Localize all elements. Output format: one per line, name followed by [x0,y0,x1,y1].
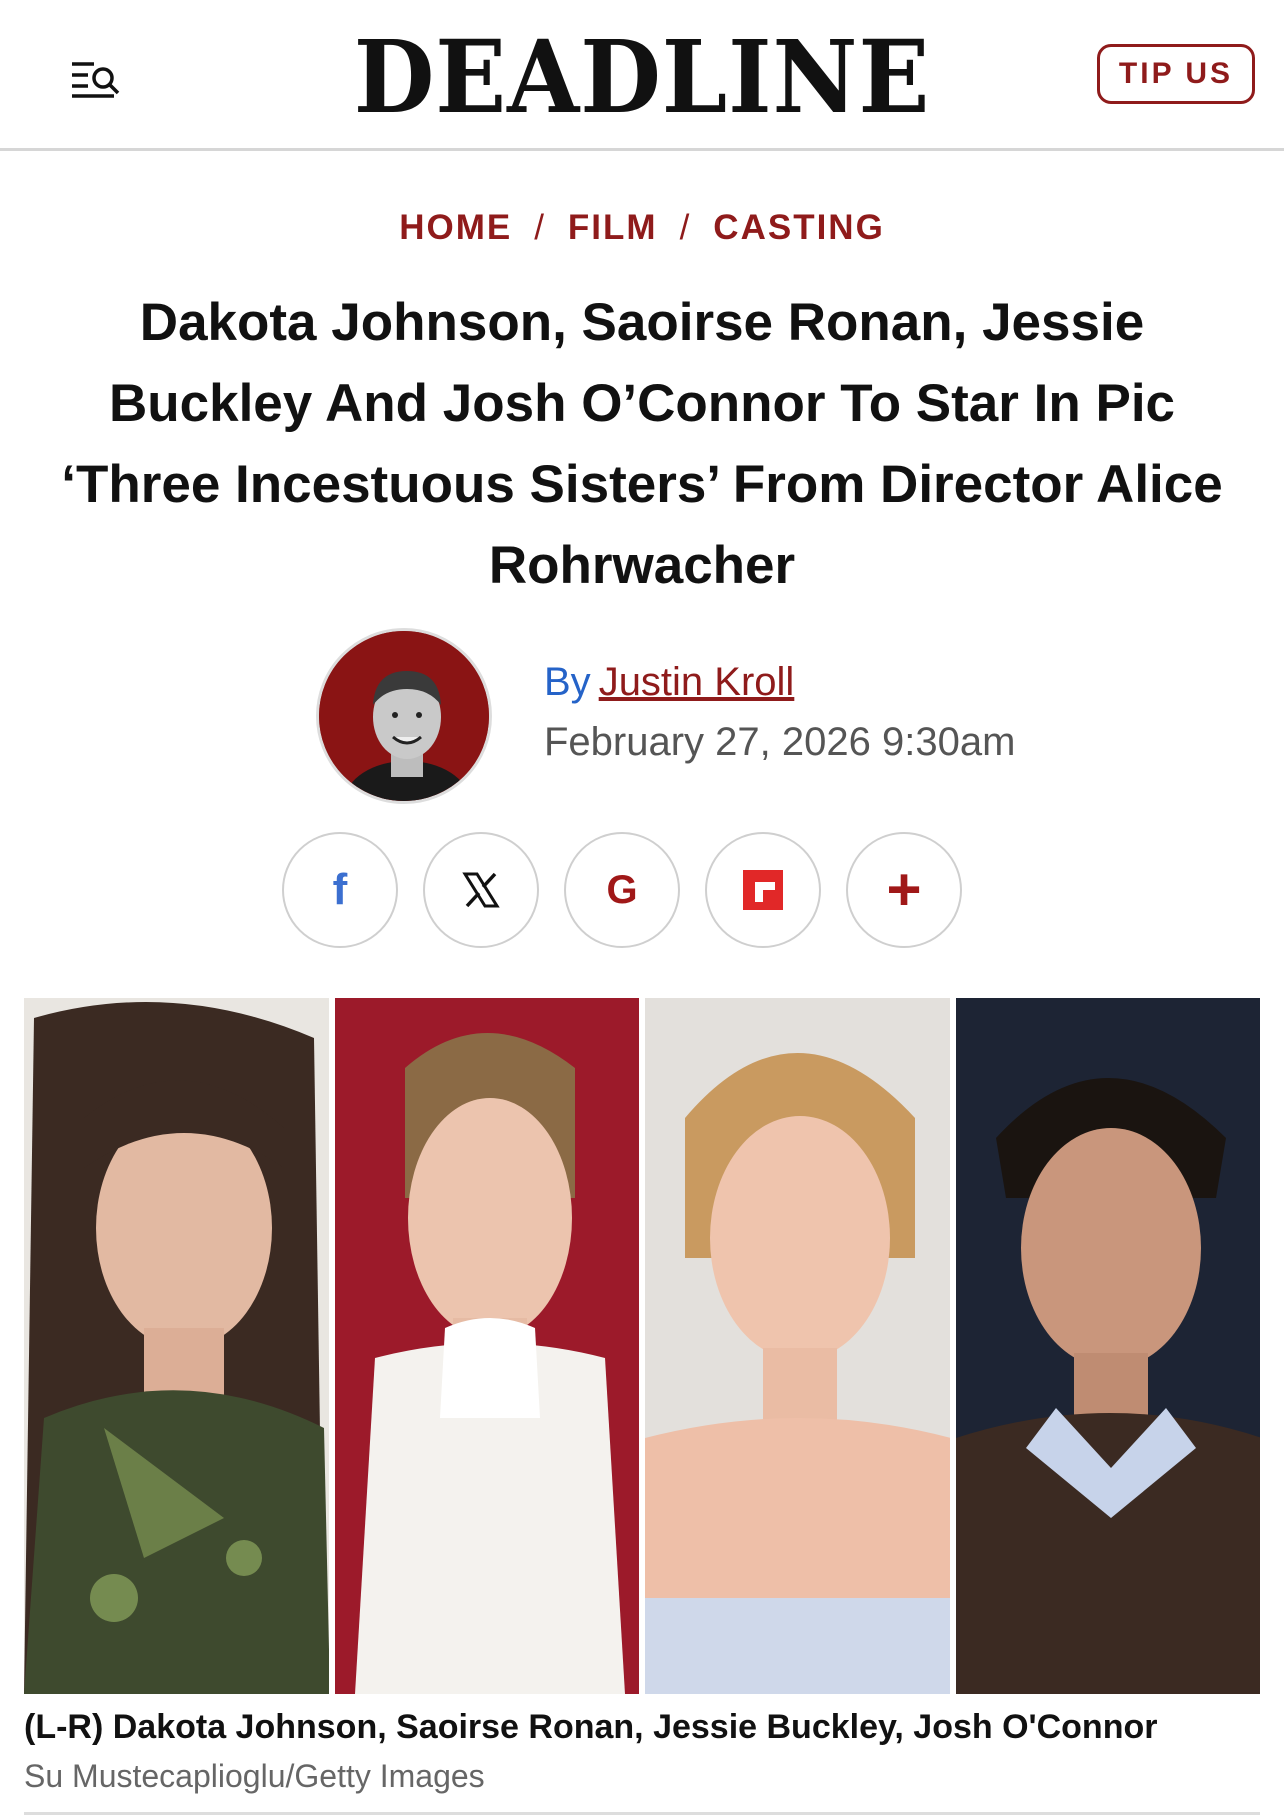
author-link[interactable]: Justin Kroll [599,660,795,704]
photo-panel-dakota-johnson [24,998,329,1694]
photo-panel-saoirse-ronan [334,998,639,1694]
plus-icon: + [886,856,922,923]
more-share-button[interactable]: + [846,832,962,948]
divider [24,1812,1260,1815]
tip-us-button[interactable]: TIP US [1097,44,1255,104]
by-label: By [544,660,591,704]
breadcrumb-casting[interactable]: CASTING [713,208,885,247]
x-icon [462,872,500,908]
breadcrumb: HOME / FILM / CASTING [0,208,1284,248]
breadcrumb-film[interactable]: FILM [568,208,658,247]
flipboard-share-button[interactable] [705,832,821,948]
facebook-share-button[interactable]: f [282,832,398,948]
google-icon: G [606,867,638,912]
photo-panel-jessie-buckley [645,998,950,1694]
x-share-button[interactable] [423,832,539,948]
photo-credit: Su Mustecaplioglu/Getty Images [24,1758,485,1794]
photo-caption: (L-R) Dakota Johnson, Saoirse Ronan, Jes… [24,1708,1158,1746]
google-share-button[interactable]: G [564,832,680,948]
article-headline: Dakota Johnson, Saoirse Ronan, Jessie Bu… [61,293,1223,595]
share-bar: f G + [282,832,962,948]
facebook-icon: f [332,865,348,914]
breadcrumb-home[interactable]: HOME [399,208,512,247]
publish-date: February 27, 2026 9:30am [544,720,1016,764]
breadcrumb-separator: / [534,208,546,247]
breadcrumb-separator: / [679,208,692,247]
photo-panel-josh-oconnor [955,998,1260,1694]
flipboard-icon [743,870,783,910]
byline: By Justin Kroll [544,660,794,705]
site-header: DEADLINE TIP US [0,0,1284,151]
author-avatar[interactable] [316,628,492,804]
site-logo[interactable]: DEADLINE [45,22,1239,132]
feature-image[interactable] [24,998,1260,1694]
